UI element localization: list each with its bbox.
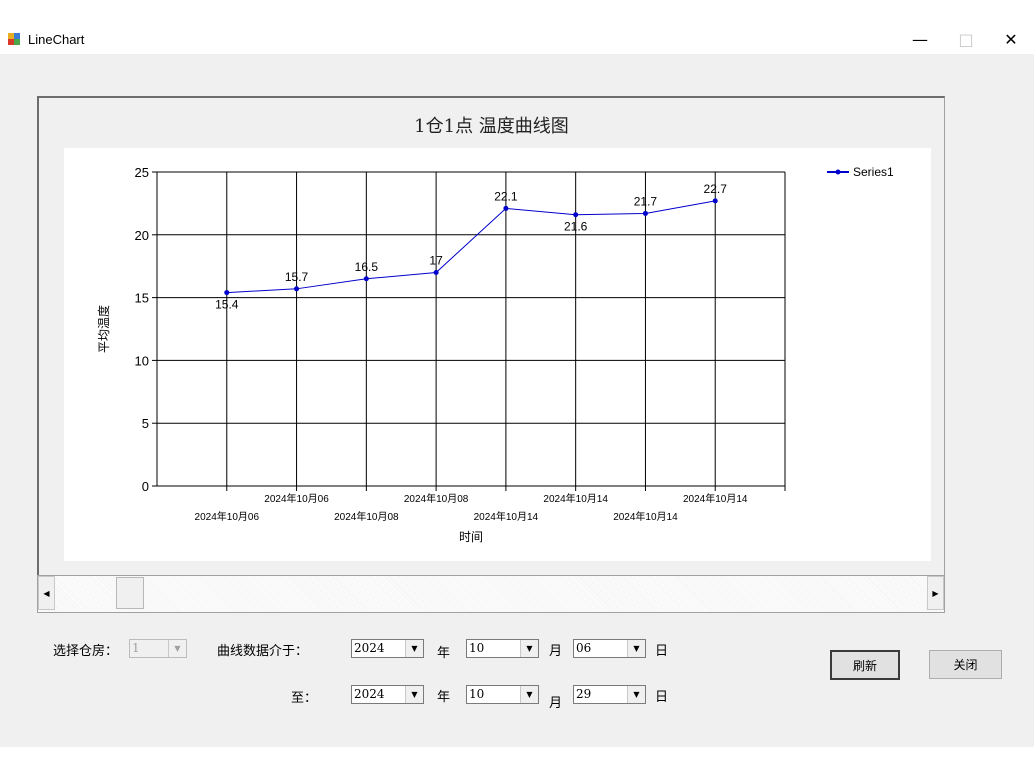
to-year-select[interactable]: 2024 ▼	[351, 685, 424, 704]
data-label: 21.6	[564, 220, 588, 234]
y-tick-label: 10	[135, 353, 149, 368]
scroll-thumb[interactable]	[116, 577, 144, 609]
to-month-select[interactable]: 10 ▼	[466, 685, 539, 704]
y-tick-label: 25	[135, 165, 149, 180]
data-point	[642, 210, 648, 216]
y-tick-label: 20	[135, 228, 149, 243]
minimize-icon: —	[912, 29, 928, 49]
x-tick-label: 2024年10月14	[543, 492, 608, 505]
x-tick-label: 2024年10月06	[195, 510, 260, 523]
day-unit-label: 日	[655, 644, 669, 659]
from-year-select[interactable]: 2024 ▼	[351, 639, 424, 658]
client-area: 1仓1点 温度曲线图 0 5 10 15 20 25 2024年10月06 2024年10月0…	[0, 54, 1034, 747]
from-day-select[interactable]: 06 ▼	[573, 639, 646, 658]
data-label: 15.7	[285, 270, 309, 284]
scroll-right-button[interactable]: ▶	[927, 576, 944, 610]
data-point	[224, 290, 230, 296]
x-axis-title: 时间	[459, 530, 483, 544]
month-unit-label: 月	[549, 644, 563, 659]
to-day-select[interactable]: 29 ▼	[573, 685, 646, 704]
from-day-value: 06	[576, 641, 592, 655]
data-point	[294, 286, 300, 292]
day-unit-label: 日	[655, 690, 669, 705]
from-year-value: 2024	[354, 641, 385, 655]
chevron-down-icon: ▼	[627, 686, 645, 703]
x-tick-label: 2024年10月14	[613, 510, 678, 523]
app-icon	[8, 33, 20, 45]
warehouse-value: 1	[132, 641, 140, 655]
chevron-down-icon: ▼	[520, 640, 538, 657]
title-bar[interactable]: LineChart — □ ✕	[0, 22, 1034, 54]
to-day-value: 29	[576, 687, 592, 701]
arrow-left-icon: ◀	[43, 588, 50, 598]
data-label: 22.7	[704, 182, 728, 196]
data-label: 16.5	[355, 260, 379, 274]
maximize-button[interactable]: □	[943, 26, 989, 52]
from-month-value: 10	[469, 641, 485, 655]
x-tick-label: 2024年10月08	[334, 510, 399, 523]
month-unit-label: 月	[549, 696, 563, 711]
chart-title: 1仓1点 温度曲线图	[414, 116, 569, 137]
data-point	[363, 276, 369, 282]
legend-marker	[835, 169, 841, 175]
x-tick-label: 2024年10月06	[264, 492, 329, 505]
arrow-right-icon: ▶	[932, 588, 939, 598]
chevron-down-icon: ▼	[405, 640, 423, 657]
chevron-down-icon: ▼	[520, 686, 538, 703]
chevron-down-icon: ▼	[405, 686, 423, 703]
chart-panel: 1仓1点 温度曲线图 0 5 10 15 20 25 2024年10月06 2024年10月0…	[37, 96, 945, 577]
data-point	[503, 205, 509, 211]
y-tick-label: 5	[142, 416, 149, 431]
close-button[interactable]: 关闭	[929, 650, 1002, 679]
data-label: 17	[429, 253, 443, 267]
legend-label: Series1	[853, 165, 894, 179]
to-year-value: 2024	[354, 687, 385, 701]
data-label: 21.7	[634, 194, 658, 208]
window-title: LineChart	[28, 32, 85, 47]
close-window-button[interactable]: ✕	[988, 26, 1034, 52]
scroll-left-button[interactable]: ◀	[38, 576, 55, 610]
linechart-window: LineChart — □ ✕ 1仓1点 温度曲线图 0 5 10 15 20 25 202…	[0, 0, 1034, 775]
line-chart: 0 5 10 15 20 25 2024年10月06 2024年10月06 2024年10月08…	[96, 165, 894, 544]
data-label: 22.1	[494, 189, 518, 203]
data-label: 15.4	[215, 298, 239, 312]
year-unit-label: 年	[437, 646, 451, 661]
data-point	[573, 212, 579, 218]
chart-area: 0 5 10 15 20 25 2024年10月06 2024年10月06 2024年10月08…	[64, 148, 931, 561]
y-tick-label: 0	[142, 479, 149, 494]
chevron-down-icon: ▼	[168, 640, 186, 657]
to-month-value: 10	[469, 687, 485, 701]
maximize-icon: □	[958, 29, 974, 49]
to-label: 至：	[291, 691, 318, 706]
x-tick-label: 2024年10月14	[474, 510, 539, 523]
from-month-select[interactable]: 10 ▼	[466, 639, 539, 658]
year-unit-label: 年	[437, 690, 451, 705]
horizontal-scrollbar[interactable]: ◀ ▶	[37, 575, 945, 613]
x-tick-label: 2024年10月14	[683, 492, 748, 505]
close-icon: ✕	[1004, 29, 1018, 49]
chevron-down-icon: ▼	[627, 640, 645, 657]
refresh-button[interactable]: 刷新	[830, 650, 900, 680]
warehouse-select[interactable]: 1 ▼	[129, 639, 187, 658]
data-point	[433, 269, 439, 275]
range-label: 曲线数据介于：	[217, 644, 309, 659]
warehouse-label: 选择仓房：	[53, 644, 119, 659]
y-tick-label: 15	[135, 291, 149, 306]
y-axis-title: 平均温度	[96, 305, 111, 353]
minimize-button[interactable]: —	[897, 26, 943, 52]
data-point	[712, 198, 718, 204]
x-tick-label: 2024年10月08	[404, 492, 469, 505]
